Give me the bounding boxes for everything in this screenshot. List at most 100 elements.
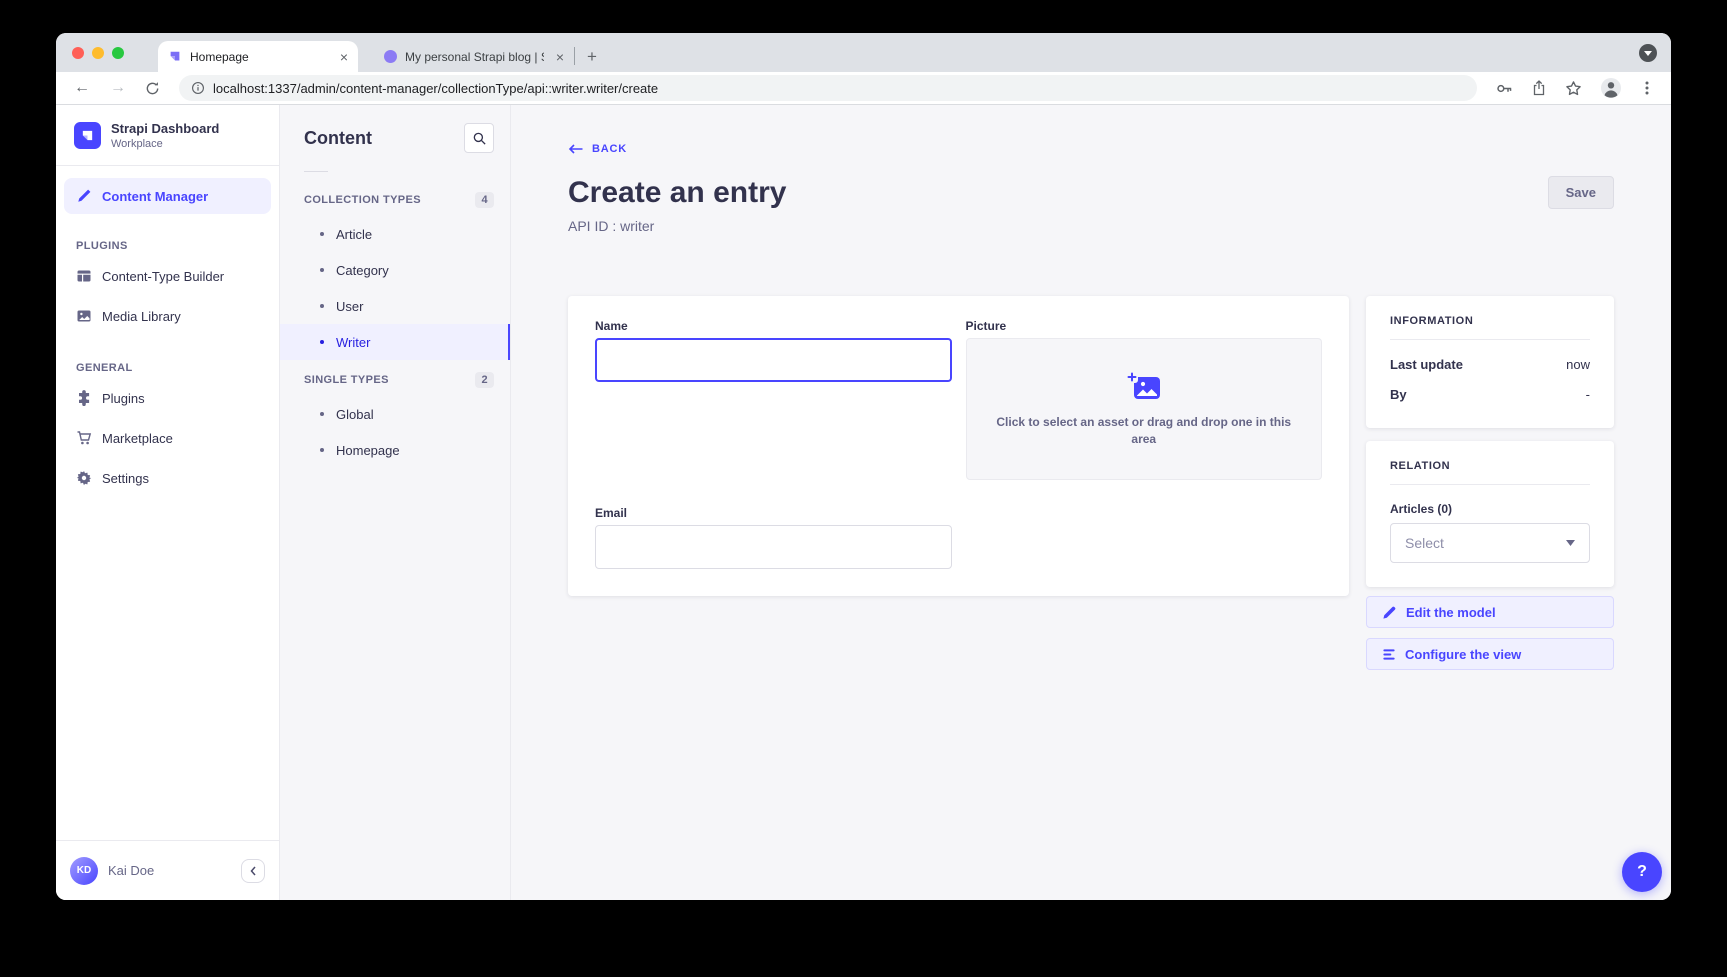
main-content: BACK Create an entry API ID : writer Sav… (511, 105, 1671, 900)
new-tab-button[interactable]: + (575, 41, 609, 72)
close-window-button[interactable] (72, 47, 84, 59)
help-button[interactable]: ? (1622, 852, 1662, 892)
bullet-icon (320, 448, 324, 452)
panel-divider (1390, 484, 1590, 485)
bullet-icon (320, 340, 324, 344)
picture-upload-dropzone[interactable]: Click to select an asset or drag and dro… (966, 338, 1323, 480)
entry-form-card: Name Picture (568, 296, 1349, 596)
pencil-icon (1382, 605, 1397, 620)
strapi-logo (74, 122, 101, 149)
browser-back-button[interactable]: ← (66, 79, 98, 97)
main-sidebar: Strapi Dashboard Workplace Content Manag… (56, 105, 280, 900)
email-label: Email (595, 506, 952, 520)
strapi-app: Strapi Dashboard Workplace Content Manag… (56, 105, 1671, 900)
sidebar-item-content-manager[interactable]: Content Manager (64, 178, 271, 214)
name-input[interactable] (595, 338, 952, 382)
subnav-item-label: Article (336, 227, 372, 242)
edit-model-button[interactable]: Edit the model (1366, 596, 1614, 628)
collapse-sidebar-button[interactable] (241, 859, 265, 883)
url-text: localhost:1337/admin/content-manager/col… (213, 81, 658, 96)
subnav-item-homepage[interactable]: Homepage (280, 432, 510, 468)
page-title: Create an entry (568, 176, 786, 210)
email-input[interactable] (595, 525, 952, 569)
sidebar-item-content-type-builder[interactable]: Content-Type Builder (64, 258, 271, 294)
by-value: - (1586, 387, 1590, 402)
subnav-divider (304, 171, 328, 172)
sidebar-item-marketplace[interactable]: Marketplace (64, 420, 271, 456)
cart-icon (76, 430, 92, 446)
search-button[interactable] (464, 123, 494, 153)
panel-divider (1390, 339, 1590, 340)
upload-hint: Click to select an asset or drag and dro… (989, 414, 1299, 446)
by-label: By (1390, 387, 1407, 402)
subnav-item-label: Category (336, 263, 389, 278)
browser-tab-bar: Homepage × My personal Strapi blog | Str… (56, 33, 1671, 72)
subnav-item-category[interactable]: Category (280, 252, 510, 288)
sidebar-item-label: Plugins (102, 391, 145, 406)
sidebar-item-settings[interactable]: Settings (64, 460, 271, 496)
subnav-item-global[interactable]: Global (280, 396, 510, 432)
subnav-item-writer[interactable]: Writer (280, 324, 510, 360)
by-row: By - (1390, 387, 1590, 402)
tab-search-button[interactable] (1639, 44, 1657, 62)
minimize-window-button[interactable] (92, 47, 104, 59)
user-name: Kai Doe (108, 863, 154, 878)
close-tab-icon[interactable]: × (556, 49, 564, 65)
back-link[interactable]: BACK (568, 143, 627, 155)
information-panel: INFORMATION Last update now By - (1366, 296, 1614, 428)
bullet-icon (320, 268, 324, 272)
layout-icon (76, 268, 92, 284)
workspace-brand[interactable]: Strapi Dashboard Workplace (56, 105, 279, 166)
bullet-icon (320, 232, 324, 236)
information-header: INFORMATION (1390, 315, 1590, 327)
count-badge: 2 (475, 372, 494, 388)
tab-title: Homepage (190, 50, 328, 64)
puzzle-icon (76, 390, 92, 406)
blog-favicon (384, 50, 397, 63)
zoom-window-button[interactable] (112, 47, 124, 59)
browser-profile-avatar[interactable] (1593, 77, 1629, 99)
back-arrow-icon (568, 143, 584, 155)
strapi-favicon (168, 50, 182, 64)
tab-blog[interactable]: My personal Strapi blog | Strap × (374, 41, 574, 72)
last-update-row: Last update now (1390, 357, 1590, 372)
subnav-item-label: Writer (336, 335, 370, 350)
single-types-header: SINGLE TYPES 2 (280, 360, 510, 396)
address-bar[interactable]: localhost:1337/admin/content-manager/col… (179, 75, 1477, 101)
share-icon[interactable] (1524, 80, 1554, 96)
name-label: Name (595, 319, 952, 333)
sidebar-item-plugins[interactable]: Plugins (64, 380, 271, 416)
password-key-icon[interactable] (1489, 80, 1520, 97)
articles-select[interactable]: Select (1390, 523, 1590, 563)
sidebar-item-media-library[interactable]: Media Library (64, 298, 271, 334)
add-image-icon (1126, 371, 1162, 403)
gear-icon (76, 470, 92, 486)
workspace-subtitle: Workplace (111, 138, 219, 150)
last-update-value: now (1566, 357, 1590, 372)
close-tab-icon[interactable]: × (340, 49, 348, 65)
collection-types-header: COLLECTION TYPES 4 (280, 180, 510, 216)
bullet-icon (320, 304, 324, 308)
browser-forward-button[interactable]: → (102, 79, 134, 97)
browser-menu-icon[interactable] (1633, 80, 1661, 96)
sidebar-section-plugins: PLUGINS (76, 240, 279, 252)
bullet-icon (320, 412, 324, 416)
subnav-item-user[interactable]: User (280, 288, 510, 324)
tab-homepage[interactable]: Homepage × (158, 41, 358, 72)
sidebar-item-label: Settings (102, 471, 149, 486)
subnav-item-article[interactable]: Article (280, 216, 510, 252)
user-avatar[interactable]: KD (70, 857, 98, 885)
name-field-group: Name (595, 319, 952, 480)
chevron-left-icon (248, 865, 258, 877)
configure-view-button[interactable]: Configure the view (1366, 638, 1614, 670)
sidebar-item-label: Marketplace (102, 431, 173, 446)
meta-sidebar: INFORMATION Last update now By - RELATIO… (1366, 296, 1614, 670)
browser-refresh-button[interactable] (138, 81, 167, 96)
sidebar-item-label: Content Manager (102, 189, 208, 204)
pen-icon (76, 188, 92, 204)
configure-icon (1382, 647, 1396, 662)
bookmark-star-icon[interactable] (1558, 80, 1589, 97)
last-update-label: Last update (1390, 357, 1463, 372)
save-button[interactable]: Save (1548, 176, 1614, 209)
info-icon[interactable] (191, 81, 205, 95)
